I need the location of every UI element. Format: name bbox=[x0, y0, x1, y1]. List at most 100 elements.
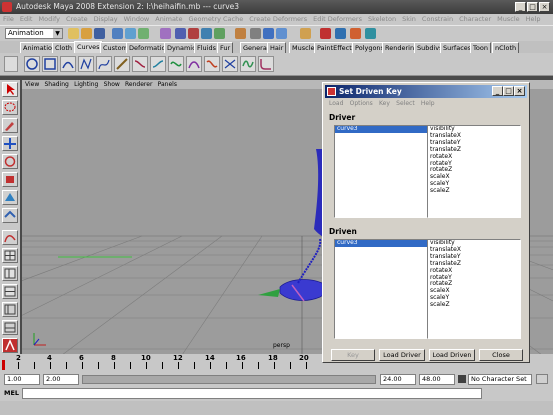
list-item[interactable]: scaleZ bbox=[428, 187, 520, 195]
driven-object-list[interactable]: curve3 bbox=[334, 239, 428, 339]
insert-knot-icon[interactable] bbox=[168, 56, 184, 72]
reverse-curve-icon[interactable] bbox=[222, 56, 238, 72]
shelf-tab-hair[interactable]: Hair bbox=[267, 42, 287, 53]
key-button[interactable]: Key bbox=[331, 349, 375, 361]
open-scene-icon[interactable] bbox=[81, 28, 92, 39]
lasso-tool-icon[interactable] bbox=[2, 100, 18, 115]
layout-four-icon[interactable] bbox=[2, 248, 18, 263]
rotate-tool-icon[interactable] bbox=[2, 154, 18, 169]
attribute-editor-icon[interactable] bbox=[335, 28, 346, 39]
shelf-tab-toon[interactable]: Toon bbox=[470, 42, 491, 53]
load-driven-button[interactable]: Load Driven bbox=[429, 349, 475, 361]
auto-key-icon[interactable] bbox=[536, 374, 548, 384]
close-button[interactable]: Close bbox=[479, 349, 523, 361]
menu-skin[interactable]: Skin bbox=[399, 14, 419, 25]
dialog-menu-options[interactable]: Options bbox=[350, 99, 373, 109]
menu-create-deformers[interactable]: Create Deformers bbox=[246, 14, 310, 25]
paint-select-tool-icon[interactable] bbox=[2, 118, 18, 133]
character-set-select[interactable]: No Character Set bbox=[468, 374, 532, 385]
dialog-close-button[interactable]: × bbox=[514, 86, 525, 96]
history-icon[interactable] bbox=[235, 28, 246, 39]
list-item[interactable]: curve3 bbox=[335, 126, 427, 133]
current-time-marker[interactable] bbox=[2, 360, 5, 370]
menu-edit-deformers[interactable]: Edit Deformers bbox=[310, 14, 365, 25]
maximize-button[interactable]: □ bbox=[527, 2, 538, 12]
pencil-curve-icon[interactable] bbox=[114, 56, 130, 72]
channel-box-icon[interactable] bbox=[365, 28, 376, 39]
menu-geometry-cache[interactable]: Geometry Cache bbox=[186, 14, 247, 25]
menu-animate[interactable]: Animate bbox=[152, 14, 185, 25]
close-window-button[interactable]: × bbox=[539, 2, 550, 12]
dialog-menu-load[interactable]: Load bbox=[329, 99, 343, 109]
layout-single-icon[interactable] bbox=[2, 230, 18, 245]
snap-curve-icon[interactable] bbox=[188, 28, 199, 39]
vp-menu-panels[interactable]: Panels bbox=[158, 80, 177, 89]
dialog-minimize-button[interactable]: _ bbox=[492, 86, 503, 96]
menu-character[interactable]: Character bbox=[456, 14, 494, 25]
vp-menu-view[interactable]: View bbox=[25, 80, 39, 89]
layout-graph-icon[interactable] bbox=[2, 320, 18, 335]
shelf-menu-icon[interactable] bbox=[4, 56, 18, 72]
layout-outliner-icon[interactable] bbox=[2, 302, 18, 317]
snap-grid-icon[interactable] bbox=[175, 28, 186, 39]
start-time-field[interactable]: 1.00 bbox=[4, 374, 40, 385]
menu-window[interactable]: Window bbox=[121, 14, 153, 25]
menu-edit[interactable]: Edit bbox=[17, 14, 36, 25]
vp-menu-show[interactable]: Show bbox=[104, 80, 120, 89]
vp-menu-renderer[interactable]: Renderer bbox=[125, 80, 152, 89]
end-time-field[interactable]: 48.00 bbox=[419, 374, 455, 385]
select-component-icon[interactable] bbox=[138, 28, 149, 39]
character-set-icon[interactable] bbox=[458, 375, 466, 383]
mask-icon[interactable] bbox=[160, 28, 171, 39]
driver-attribute-list[interactable]: visibility translateX translateY transla… bbox=[427, 125, 521, 218]
menu-file[interactable]: File bbox=[0, 14, 17, 25]
menu-modify[interactable]: Modify bbox=[35, 14, 63, 25]
list-item[interactable]: scaleZ bbox=[428, 301, 520, 309]
list-item[interactable]: curve3 bbox=[335, 240, 427, 247]
select-tool-icon[interactable] bbox=[2, 82, 18, 97]
last-tool-icon[interactable] bbox=[2, 208, 18, 223]
cv-curve-icon[interactable] bbox=[78, 56, 94, 72]
select-hierarchy-icon[interactable] bbox=[112, 28, 123, 39]
dialog-menu-key[interactable]: Key bbox=[379, 99, 390, 109]
ep-curve-icon[interactable] bbox=[96, 56, 112, 72]
menu-create[interactable]: Create bbox=[63, 14, 91, 25]
shelf-tab-cloth[interactable]: Cloth bbox=[52, 42, 75, 53]
tool-settings-icon[interactable] bbox=[350, 28, 361, 39]
shelf-tab-fluids[interactable]: Fluids bbox=[194, 42, 219, 53]
select-object-icon[interactable] bbox=[125, 28, 136, 39]
dialog-menu-select[interactable]: Select bbox=[396, 99, 415, 109]
menu-set-select[interactable]: Animation ▼ bbox=[5, 28, 63, 39]
vp-menu-lighting[interactable]: Lighting bbox=[74, 80, 98, 89]
driven-attribute-list[interactable]: visibility translateX translateY transla… bbox=[427, 239, 521, 339]
menu-display[interactable]: Display bbox=[91, 14, 121, 25]
fillet-curve-icon[interactable] bbox=[258, 56, 274, 72]
layout-stack-icon[interactable] bbox=[2, 284, 18, 299]
mel-command-input[interactable] bbox=[22, 388, 482, 399]
ipr-render-icon[interactable] bbox=[263, 28, 274, 39]
snap-view-icon[interactable] bbox=[214, 28, 225, 39]
playback-start-field[interactable]: 2.00 bbox=[43, 374, 79, 385]
extend-curve-icon[interactable] bbox=[186, 56, 202, 72]
dialog-maximize-button[interactable]: □ bbox=[503, 86, 514, 96]
menu-help[interactable]: Help bbox=[523, 14, 544, 25]
vp-menu-shading[interactable]: Shading bbox=[44, 80, 68, 89]
load-driver-button[interactable]: Load Driver bbox=[379, 349, 425, 361]
arc-icon[interactable] bbox=[60, 56, 76, 72]
dialog-menu-help[interactable]: Help bbox=[421, 99, 435, 109]
range-slider[interactable] bbox=[82, 375, 376, 384]
menu-muscle[interactable]: Muscle bbox=[494, 14, 523, 25]
nurbs-square-icon[interactable] bbox=[42, 56, 58, 72]
save-scene-icon[interactable] bbox=[94, 28, 105, 39]
sculpt-icon[interactable] bbox=[320, 28, 331, 39]
menu-constrain[interactable]: Constrain bbox=[419, 14, 456, 25]
menu-skeleton[interactable]: Skeleton bbox=[365, 14, 399, 25]
render-icon[interactable] bbox=[250, 28, 261, 39]
offset-curve-icon[interactable] bbox=[204, 56, 220, 72]
input-line-icon[interactable] bbox=[300, 28, 311, 39]
layout-side-icon[interactable] bbox=[2, 266, 18, 281]
move-tool-icon[interactable] bbox=[2, 136, 18, 151]
playback-end-field[interactable]: 24.00 bbox=[380, 374, 416, 385]
render-settings-icon[interactable] bbox=[276, 28, 287, 39]
detach-curves-icon[interactable] bbox=[150, 56, 166, 72]
